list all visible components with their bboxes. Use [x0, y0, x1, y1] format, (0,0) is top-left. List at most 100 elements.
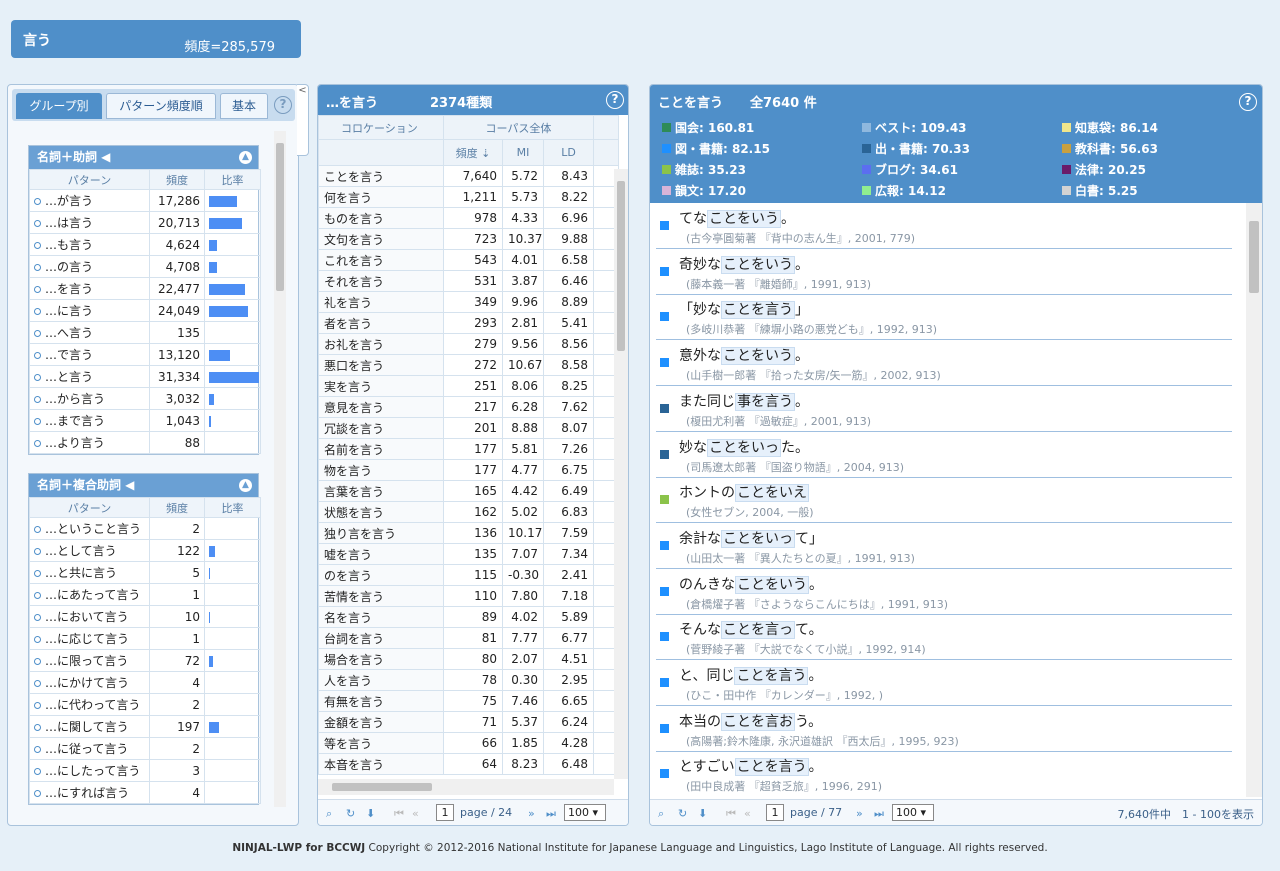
collocation-row[interactable]: 等を言う 66 1.85 4.28	[318, 732, 619, 754]
register-legend-item[interactable]: 韻文: 17.20	[662, 182, 746, 199]
pattern-cell[interactable]: …より言う	[29, 431, 150, 454]
pattern-cell[interactable]: …が言う	[29, 189, 150, 212]
pattern-label[interactable]: …ということ言う	[45, 522, 141, 536]
pattern-row[interactable]: …に従って言う 2	[29, 737, 261, 760]
collocation-scroll-thumb[interactable]	[617, 181, 625, 351]
next-page-icon[interactable]: »	[856, 807, 863, 820]
example-row[interactable]: のんきな ことをいう。 (倉橋燿子著 『さようならこんにちは』, 1991, 913…	[656, 569, 1232, 615]
collocation-row[interactable]: のを言う 115 -0.30 2.41	[318, 564, 619, 586]
register-legend-item[interactable]: 広報: 14.12	[862, 182, 946, 199]
collocation-label[interactable]: 嘘を言う	[318, 543, 444, 565]
example-scrollbar[interactable]	[1246, 203, 1262, 797]
pattern-row[interactable]: …において言う 10	[29, 605, 261, 628]
pattern-row[interactable]: …の言う 4,708	[29, 255, 261, 278]
pattern-row[interactable]: …へ言う 135	[29, 321, 261, 344]
search-icon[interactable]: ⌕	[658, 807, 664, 821]
pattern-label[interactable]: …に言う	[45, 304, 93, 318]
example-row[interactable]: 本当の ことを言お う。 (高陽著;鈴木隆康, 永沢道雄訳 『西太后』, 1995, …	[656, 706, 1232, 752]
collocation-label[interactable]: 実を言う	[318, 375, 444, 397]
tab-pattern-frequency[interactable]: パターン頻度順	[106, 93, 216, 119]
collocation-label[interactable]: 等を言う	[318, 732, 444, 754]
collocation-row[interactable]: 冗談を言う 201 8.88 8.07	[318, 417, 619, 439]
collocation-row[interactable]: 本音を言う 64 8.23 6.48	[318, 753, 619, 775]
example-row[interactable]: 妙な ことをいっ た。 (司馬遼太郎著 『国盗り物語』, 2004, 913)	[656, 432, 1232, 478]
pattern-label[interactable]: …に応じて言う	[45, 632, 129, 646]
register-legend-item[interactable]: 教科書: 56.63	[1062, 140, 1158, 157]
pattern-scrollbar[interactable]	[274, 131, 286, 807]
next-page-icon[interactable]: »	[528, 807, 535, 820]
collocation-label[interactable]: 名前を言う	[318, 438, 444, 460]
pattern-cell[interactable]: …も言う	[29, 233, 150, 256]
pattern-row[interactable]: …は言う 20,713	[29, 211, 261, 234]
collocation-label[interactable]: 金額を言う	[318, 711, 444, 733]
download-icon[interactable]: ⬇	[366, 807, 375, 820]
col-mi[interactable]: MI	[502, 139, 544, 166]
pattern-cell[interactable]: …ということ言う	[29, 517, 150, 540]
register-legend-item[interactable]: 図・書籍: 82.15	[662, 140, 770, 157]
pattern-cell[interactable]: …に限って言う	[29, 649, 150, 672]
pattern-cell[interactable]: …まで言う	[29, 409, 150, 432]
collocation-row[interactable]: 名前を言う 177 5.81 7.26	[318, 438, 619, 460]
example-sentence[interactable]: てな ことをいう。	[679, 208, 795, 228]
collocation-row[interactable]: 言葉を言う 165 4.42 6.49	[318, 480, 619, 502]
collocation-row[interactable]: 者を言う 293 2.81 5.41	[318, 312, 619, 334]
pattern-label[interactable]: …に従って言う	[45, 742, 128, 756]
col-frequency[interactable]: 頻度 ⇣	[443, 139, 503, 166]
pattern-cell[interactable]: …を言う	[29, 277, 150, 300]
col-frequency[interactable]: 頻度	[149, 169, 205, 190]
first-page-icon[interactable]: ⏮	[726, 807, 736, 821]
collocation-label[interactable]: 何を言う	[318, 186, 444, 208]
pattern-label[interactable]: …に関して言う	[45, 720, 129, 734]
page-input[interactable]: 1	[436, 804, 454, 821]
help-icon[interactable]: ?	[274, 96, 292, 114]
collocation-row[interactable]: ものを言う 978 4.33 6.96	[318, 207, 619, 229]
pattern-label[interactable]: …で言う	[45, 348, 93, 362]
register-legend-item[interactable]: 雑誌: 35.23	[662, 161, 746, 178]
example-row[interactable]: 余計な ことをいっ て」 (山田太一著 『異人たちとの夏』, 1991, 913)	[656, 523, 1232, 569]
collapse-icon[interactable]: ▲	[239, 479, 252, 492]
refresh-icon[interactable]: ↻	[346, 807, 355, 820]
collocation-label[interactable]: 場合を言う	[318, 648, 444, 670]
pattern-row[interactable]: …ということ言う 2	[29, 517, 261, 540]
collocation-label[interactable]: 者を言う	[318, 312, 444, 334]
pattern-row[interactable]: …として言う 122	[29, 539, 261, 562]
collocation-label[interactable]: 冗談を言う	[318, 417, 444, 439]
collocation-row[interactable]: 名を言う 89 4.02 5.89	[318, 606, 619, 628]
pattern-label[interactable]: …が言う	[45, 194, 93, 208]
pattern-cell[interactable]: …で言う	[29, 343, 150, 366]
example-sentence[interactable]: ホントの ことをいえ	[679, 482, 809, 503]
collocation-row[interactable]: 独り言を言う 136 10.17 7.59	[318, 522, 619, 544]
collocation-label[interactable]: ものを言う	[318, 207, 444, 229]
collocation-label[interactable]: それを言う	[318, 270, 444, 292]
col-pattern[interactable]: パターン	[29, 169, 150, 190]
group-header[interactable]: 名詞＋複合助詞 ◀ ▲	[29, 474, 258, 497]
pattern-row[interactable]: …が言う 17,286	[29, 189, 261, 212]
pattern-label[interactable]: …において言う	[45, 610, 129, 624]
register-legend-item[interactable]: 法律: 20.25	[1062, 161, 1146, 178]
collocation-label[interactable]: 名を言う	[318, 606, 444, 628]
pattern-row[interactable]: …にかけて言う 4	[29, 671, 261, 694]
pattern-label[interactable]: …と言う	[45, 370, 93, 384]
collocation-row[interactable]: 物を言う 177 4.77 6.75	[318, 459, 619, 481]
pattern-row[interactable]: …より言う 88	[29, 431, 261, 454]
pattern-label[interactable]: …も言う	[45, 238, 93, 252]
collocation-row[interactable]: 悪口を言う 272 10.67 8.58	[318, 354, 619, 376]
example-sentence[interactable]: 奇妙な ことをいう。	[679, 254, 809, 274]
collocation-label[interactable]: 人を言う	[318, 669, 444, 691]
collocation-label[interactable]: お礼を言う	[318, 333, 444, 355]
collocation-row[interactable]: それを言う 531 3.87 6.46	[318, 270, 619, 292]
example-sentence[interactable]: そんな ことを言っ て。	[679, 619, 823, 640]
pattern-cell[interactable]: …に応じて言う	[29, 627, 150, 650]
pattern-cell[interactable]: …から言う	[29, 387, 150, 410]
collocation-label[interactable]: 台詞を言う	[318, 627, 444, 649]
collocation-row[interactable]: これを言う 543 4.01 6.58	[318, 249, 619, 271]
pattern-cell[interactable]: …に言う	[29, 299, 150, 322]
pattern-label[interactable]: …にすれば言う	[45, 786, 129, 800]
pattern-cell[interactable]: …に代わって言う	[29, 693, 150, 716]
collocation-label[interactable]: 独り言を言う	[318, 522, 444, 544]
pattern-label[interactable]: …へ言う	[45, 326, 93, 340]
collocation-row[interactable]: 礼を言う 349 9.96 8.89	[318, 291, 619, 313]
pattern-row[interactable]: …と共に言う 5	[29, 561, 261, 584]
collocation-label[interactable]: 物を言う	[318, 459, 444, 481]
download-icon[interactable]: ⬇	[698, 807, 707, 820]
